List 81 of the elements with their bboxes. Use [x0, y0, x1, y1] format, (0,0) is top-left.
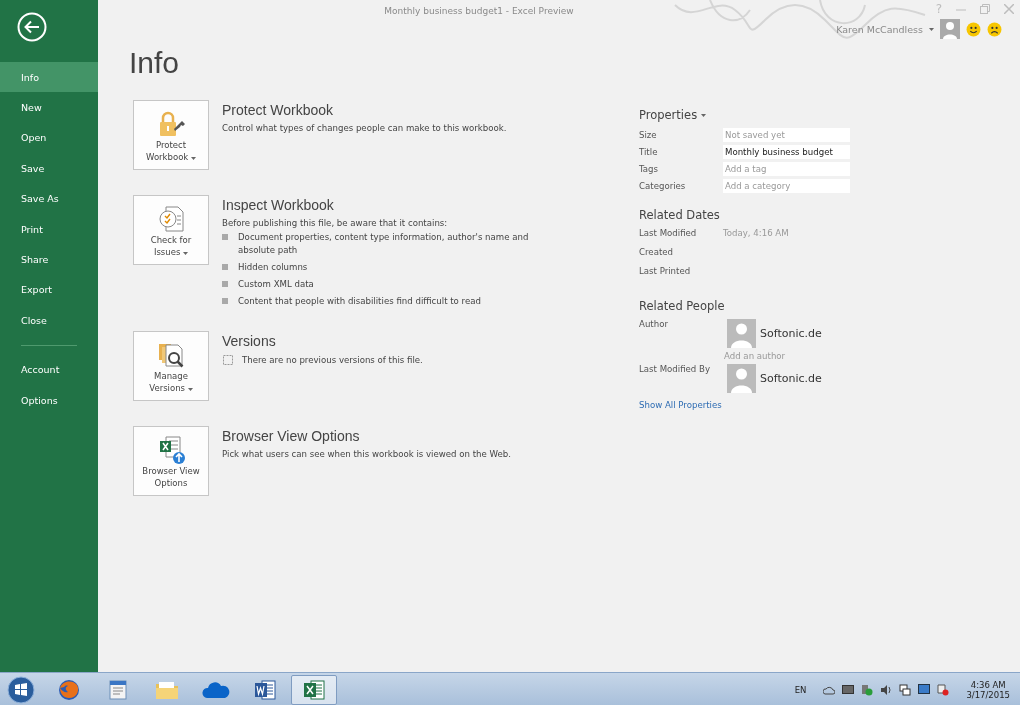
- flag-error-icon[interactable]: [937, 683, 950, 696]
- property-label: Categories: [639, 180, 687, 191]
- shield-check-icon[interactable]: [861, 683, 874, 696]
- show-all-properties-link[interactable]: Show All Properties: [639, 400, 722, 410]
- section-title: Browser View Options: [222, 428, 361, 444]
- sidebar-item[interactable]: Close: [0, 305, 98, 336]
- section-title: Inspect Workbook: [222, 197, 335, 213]
- bullet-text: Hidden columns: [238, 261, 308, 274]
- bullet-icon: [222, 298, 228, 304]
- section-button[interactable]: Browser View Options: [133, 426, 209, 496]
- people-label: Last Modified By: [639, 364, 712, 374]
- section-title: Protect Workbook: [222, 102, 334, 118]
- avatar-icon: [727, 364, 756, 393]
- frown-icon[interactable]: [987, 21, 1002, 37]
- taskbar-app[interactable]: [291, 674, 337, 705]
- language-indicator[interactable]: EN: [794, 684, 807, 695]
- dashed-document-icon: [222, 354, 234, 366]
- cloud-icon[interactable]: [823, 684, 836, 695]
- bullet-text: Document properties, content type information, author's name and absolute path: [238, 231, 530, 257]
- section-description: Control what types of changes people can make to this workbook.: [222, 123, 508, 133]
- section-description: Before publishing this file, be aware that it contains:: [222, 218, 449, 228]
- word-document-icon[interactable]: [253, 677, 277, 702]
- property-field[interactable]: Add a category: [723, 178, 850, 193]
- sidebar-item[interactable]: Save As: [0, 183, 98, 214]
- section-button[interactable]: Check for Issues: [133, 195, 209, 265]
- caret-icon[interactable]: [701, 113, 707, 117]
- window-title: Monthly business budget1 - Excel Preview: [384, 6, 574, 16]
- section-heading: Related People: [639, 299, 726, 313]
- section-button[interactable]: Protect Workbook: [133, 100, 209, 170]
- section-description: Pick what users can see when this workbook is viewed on the Web.: [222, 449, 512, 459]
- property-field[interactable]: Monthly business budget: [723, 144, 850, 159]
- document-icon[interactable]: [107, 678, 129, 701]
- sidebar-item[interactable]: Info: [0, 62, 98, 93]
- display-icon[interactable]: [918, 683, 931, 696]
- page-title: Info: [129, 46, 181, 80]
- sidebar-item[interactable]: Save: [0, 153, 98, 184]
- properties-heading[interactable]: Properties: [639, 108, 698, 122]
- user-name[interactable]: Karen McCandless: [836, 23, 923, 35]
- browser-globe-icon[interactable]: [57, 677, 81, 702]
- caret-icon[interactable]: [929, 27, 934, 31]
- smiley-icon[interactable]: [966, 21, 981, 37]
- speaker-icon[interactable]: [880, 684, 893, 695]
- person-name[interactable]: Softonic.de: [760, 327, 822, 340]
- section-button[interactable]: Manage Versions: [133, 331, 209, 401]
- bullet-text: Content that people with disabilities find difficult to read: [238, 295, 481, 308]
- excel-spreadsheet-icon[interactable]: [302, 677, 326, 702]
- section-heading: Related Dates: [639, 208, 721, 222]
- people-label: Author: [639, 319, 669, 329]
- sidebar-item[interactable]: Export: [0, 274, 98, 306]
- start-button-icon[interactable]: [4, 674, 38, 705]
- date-label: Created: [639, 247, 674, 259]
- property-label: Size: [639, 129, 658, 140]
- sidebar-item[interactable]: Account: [0, 354, 98, 385]
- avatar-icon: [727, 319, 756, 348]
- sidebar-item[interactable]: Print: [0, 213, 98, 245]
- sidebar-item[interactable]: Share: [0, 244, 98, 275]
- date-label: Last Printed: [639, 266, 692, 278]
- property-label: Tags: [639, 163, 660, 174]
- document-check-icon: [156, 204, 186, 234]
- avatar-icon[interactable]: [940, 19, 960, 39]
- date-value: Today, 4:16 AM: [723, 228, 789, 240]
- clock-time[interactable]: 4:36 AM: [970, 679, 1006, 690]
- sidebar-item[interactable]: Options: [0, 384, 98, 416]
- section-title: Versions: [222, 333, 277, 349]
- monitor-icon[interactable]: [842, 684, 855, 695]
- back-icon[interactable]: [17, 12, 47, 42]
- network-icon[interactable]: [899, 683, 912, 696]
- sidebar-item[interactable]: New: [0, 92, 98, 123]
- cloud-icon[interactable]: [202, 680, 230, 699]
- bullet-icon: [222, 234, 228, 240]
- property-field: Not saved yet: [723, 127, 850, 142]
- person-name[interactable]: Softonic.de: [760, 372, 822, 385]
- bullet-icon: [222, 281, 228, 287]
- section-note: There are no previous versions of this file.: [242, 355, 423, 365]
- date-label: Last Modified: [639, 228, 698, 240]
- property-field[interactable]: Add a tag: [723, 161, 850, 176]
- bullet-text: Custom XML data: [238, 278, 314, 291]
- clock-date[interactable]: 3/17/2015: [966, 689, 1010, 700]
- bullet-icon: [222, 264, 228, 270]
- sidebar-item[interactable]: Open: [0, 122, 98, 154]
- property-label: Title: [639, 146, 659, 157]
